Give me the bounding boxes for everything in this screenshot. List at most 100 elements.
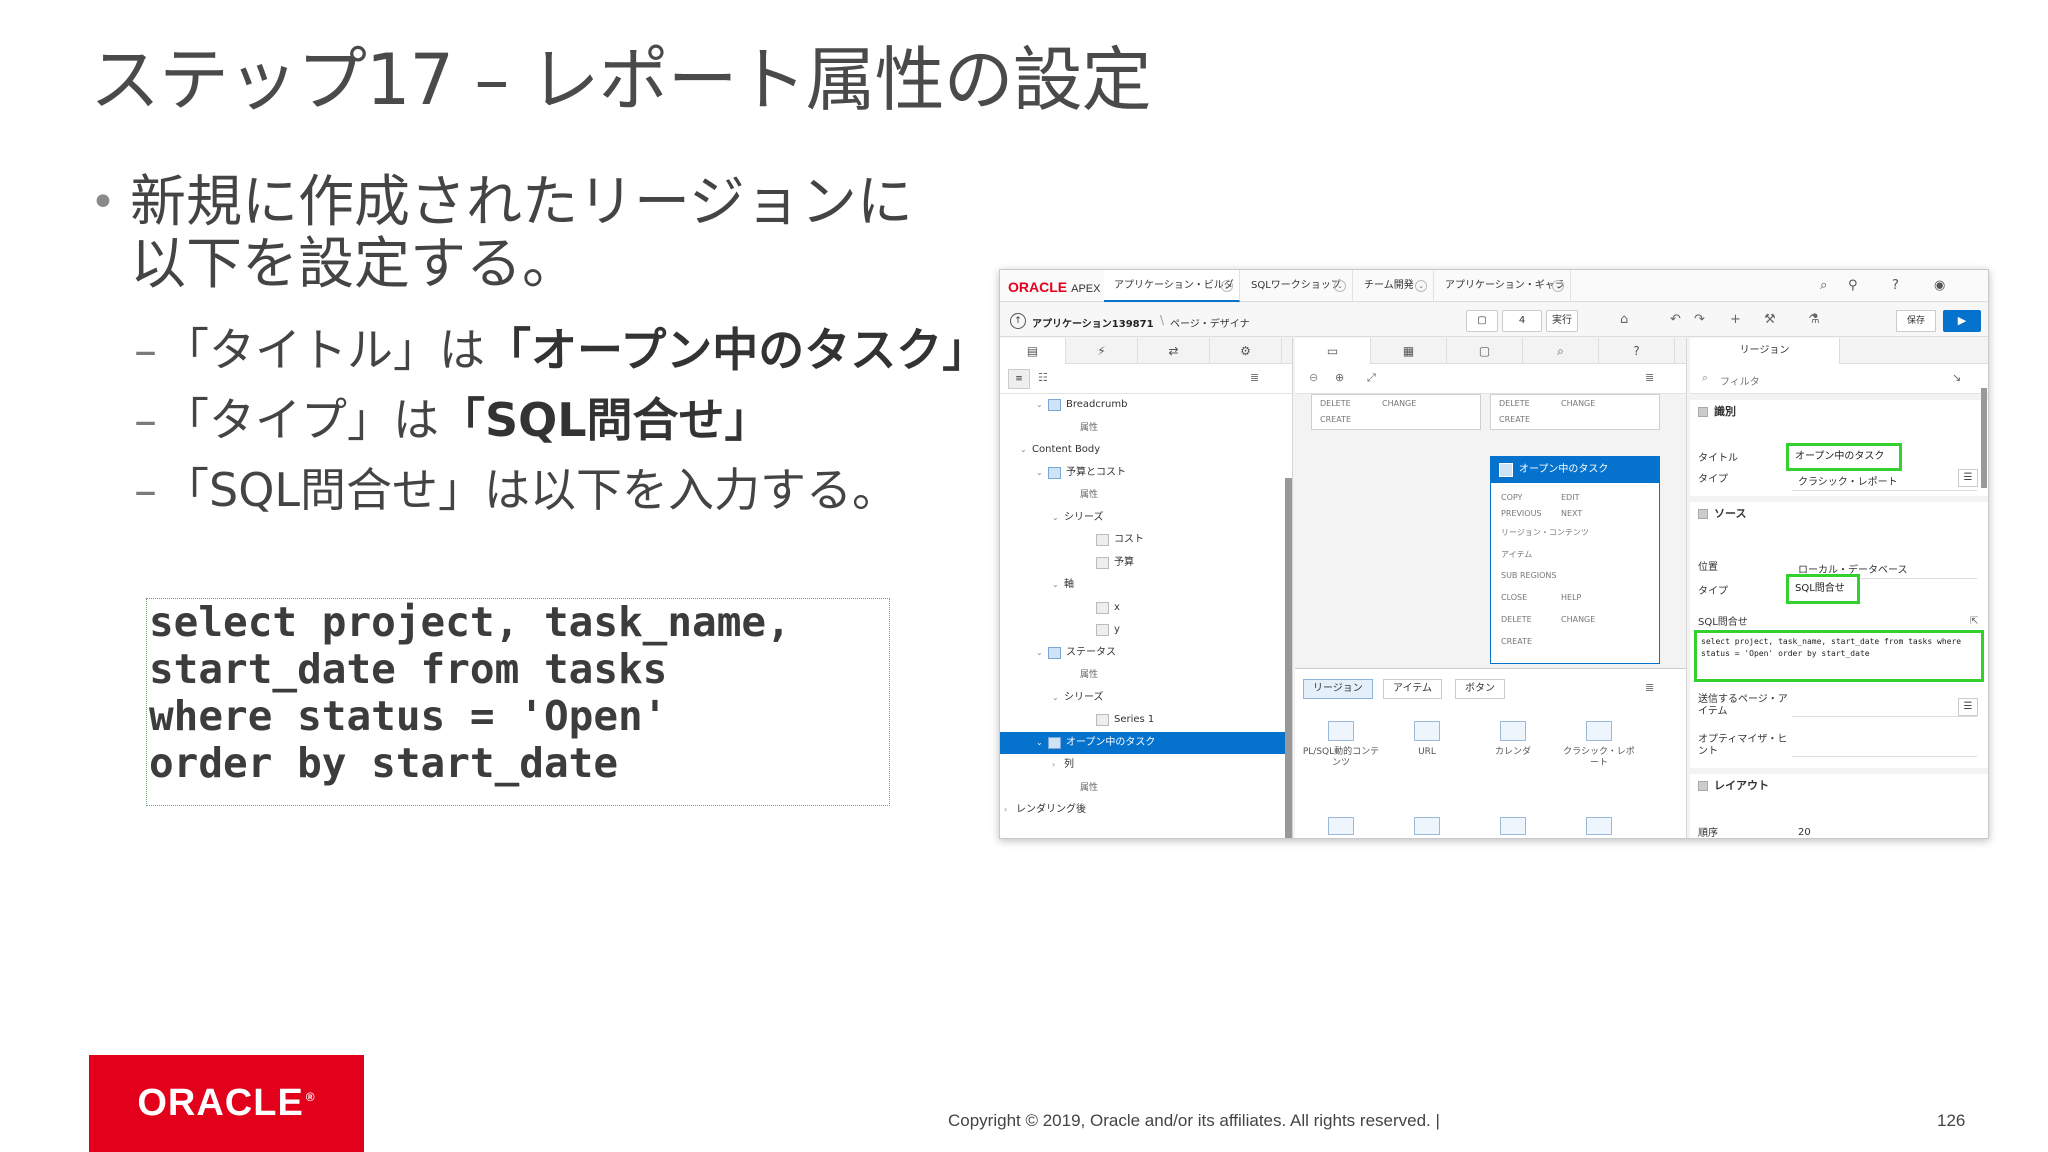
tree-node[interactable]: ⌄ シリーズ [1000,687,1292,709]
undo-icon[interactable]: ↶ [1670,312,1681,327]
tab-component-view[interactable]: ▦ [1371,338,1447,364]
expand-icon[interactable]: ⤢ [1367,371,1376,385]
type-select[interactable]: クラシック・レポート [1798,473,1898,488]
tree-node[interactable]: 属性 [1000,417,1292,439]
twisty-icon[interactable]: ⌄ [1036,642,1043,664]
selected-region[interactable]: オープン中のタスク COPY EDIT PREVIOUS NEXT リージョン・… [1490,456,1660,664]
twisty-icon[interactable]: › [1052,754,1055,776]
tree-node[interactable]: 属性 [1000,777,1292,799]
gallery-item-classic-report[interactable]: クラシック・レポート [1559,721,1639,769]
tree-node[interactable]: › レンダリング後 [1000,799,1292,821]
twisty-icon[interactable]: ⌄ [1036,732,1043,754]
code-editor-icon[interactable]: ⇱ [1970,616,1978,627]
tree-node[interactable]: 属性 [1000,484,1292,506]
gallery-item-calendar[interactable]: カレンダ [1473,721,1553,758]
section-identification[interactable]: 識別 [1690,394,1988,424]
gallery-tab-buttons[interactable]: ボタン [1455,679,1505,699]
search-icon[interactable]: ⌕ [1820,278,1827,293]
title-input[interactable]: オープン中のタスク [1786,443,1902,471]
tree-node[interactable]: ⌄ 予算とコスト [1000,462,1292,484]
gallery-item-plsql[interactable]: PL/SQL動的コンテンツ [1301,721,1381,769]
section-layout[interactable]: レイアウト [1690,768,1988,798]
help-icon[interactable]: ? [1892,278,1899,293]
tab-sql-workshop[interactable]: SQLワークショップ ⌄ [1241,270,1353,302]
twisty-icon[interactable]: ⌄ [1036,394,1043,416]
list-icon[interactable]: ☰ [1958,469,1978,487]
tab-region[interactable]: リージョン [1690,338,1840,364]
create-icon[interactable]: + [1730,312,1741,327]
gallery-item-url[interactable]: URL [1387,721,1467,758]
calendar-icon [1500,721,1526,741]
tab-processing[interactable]: ⇄ [1138,338,1210,364]
tab-rendering[interactable]: ▤ [1000,338,1066,364]
page-number-input[interactable]: 4 [1502,310,1542,332]
lock-icon[interactable]: ⌂ [1620,312,1628,327]
breadcrumb-app[interactable]: アプリケーション139871 [1032,315,1154,330]
list-icon[interactable]: ☰ [1958,698,1978,716]
tab-search[interactable]: ⌕ [1523,338,1599,364]
selected-region-header[interactable]: オープン中のタスク [1491,457,1659,483]
run-button[interactable]: ▶ [1943,310,1981,332]
apex-logo[interactable]: ORACLE APEX [1008,279,1100,295]
tree-node[interactable]: ⌄ 軸 [1000,574,1292,596]
group-by-component-icon[interactable]: ≡ [1008,369,1030,389]
tree-node[interactable]: › 列 [1000,754,1292,776]
tab-layout[interactable]: ▭ [1295,338,1371,364]
save-button[interactable]: 保存 [1896,310,1936,332]
twisty-icon[interactable]: ⌄ [1052,507,1059,529]
tree-node[interactable]: コスト [1000,529,1292,551]
tree-node[interactable]: ⌄ ステータス [1000,642,1292,664]
tree-node[interactable]: Series 1 [1000,709,1292,731]
admin-icon[interactable]: ⚲ [1848,278,1858,293]
twisty-icon[interactable]: ⌄ [1052,687,1059,709]
filter-input[interactable]: フィルタ [1720,373,1760,388]
scrollbar[interactable] [1981,388,1987,488]
sql-query-textarea[interactable]: select project, task_name, start_date fr… [1694,630,1984,682]
section-source[interactable]: ソース [1690,496,1988,526]
go-to-group-icon[interactable]: ↘ [1952,371,1961,384]
grid-cell[interactable]: DELETE CHANGE CREATE [1311,394,1481,430]
utilities-icon[interactable]: ⚒ [1764,312,1776,327]
tree-icon[interactable] [1414,817,1440,835]
menu-icon[interactable]: ≣ [1645,371,1654,384]
tree-node[interactable]: ⌄ Breadcrumb [1000,394,1292,416]
menu-icon[interactable]: ≣ [1250,371,1259,384]
tree-node[interactable]: ⌄ シリーズ [1000,507,1292,529]
tree-node[interactable]: x [1000,597,1292,619]
twisty-icon[interactable]: › [1004,799,1007,821]
tab-team-dev[interactable]: チーム開発 ⌄ [1354,270,1434,302]
chart-icon[interactable] [1328,817,1354,835]
group-by-processing-icon[interactable]: ☷ [1038,371,1048,384]
tab-dynamic-actions[interactable]: ⚡ [1066,338,1138,364]
user-icon[interactable]: ◉ [1934,278,1945,293]
tab-shared-components[interactable]: ⚙ [1210,338,1282,364]
list-icon[interactable] [1500,817,1526,835]
tree-node[interactable]: ⌄ Content Body [1000,439,1292,461]
up-arrow-icon[interactable]: ↑ [1010,313,1026,329]
menu-icon[interactable]: ≣ [1645,681,1654,694]
tab-help[interactable]: ? [1599,338,1675,364]
tab-messages[interactable]: ▢ [1447,338,1523,364]
source-type-select[interactable]: SQL問合せ [1786,574,1860,604]
gallery-tab-regions[interactable]: リージョン [1303,679,1373,699]
tab-app-builder[interactable]: アプリケーション・ビルダー⌄ [1104,270,1240,323]
scrollbar[interactable] [1285,478,1292,838]
team-dev-icon[interactable]: ⚗ [1808,312,1820,327]
twisty-icon[interactable]: ⌄ [1052,574,1059,596]
zoom-in-icon[interactable]: ⊕ [1335,371,1344,384]
redo-icon[interactable]: ↷ [1694,312,1705,327]
tab-app-gallery[interactable]: アプリケーション・ギャラリ⌄ [1435,270,1571,323]
wizard-icon[interactable] [1586,817,1612,835]
page-menu-icon[interactable]: ▢ [1466,310,1498,332]
tree-node[interactable]: ⌄ オープン中のタスク [1000,731,1292,754]
tree-node[interactable]: 属性 [1000,664,1292,686]
sequence-value[interactable]: 20 [1798,827,1811,838]
zoom-out-icon[interactable]: ⊖ [1309,371,1318,384]
twisty-icon[interactable]: ⌄ [1036,462,1043,484]
twisty-icon[interactable]: ⌄ [1020,439,1027,461]
tree-node[interactable]: 予算 [1000,552,1292,574]
go-button[interactable]: 実行 [1546,310,1578,332]
grid-cell[interactable]: DELETE CHANGE CREATE [1490,394,1660,430]
tree-node[interactable]: y [1000,619,1292,641]
gallery-tab-items[interactable]: アイテム [1383,679,1442,699]
